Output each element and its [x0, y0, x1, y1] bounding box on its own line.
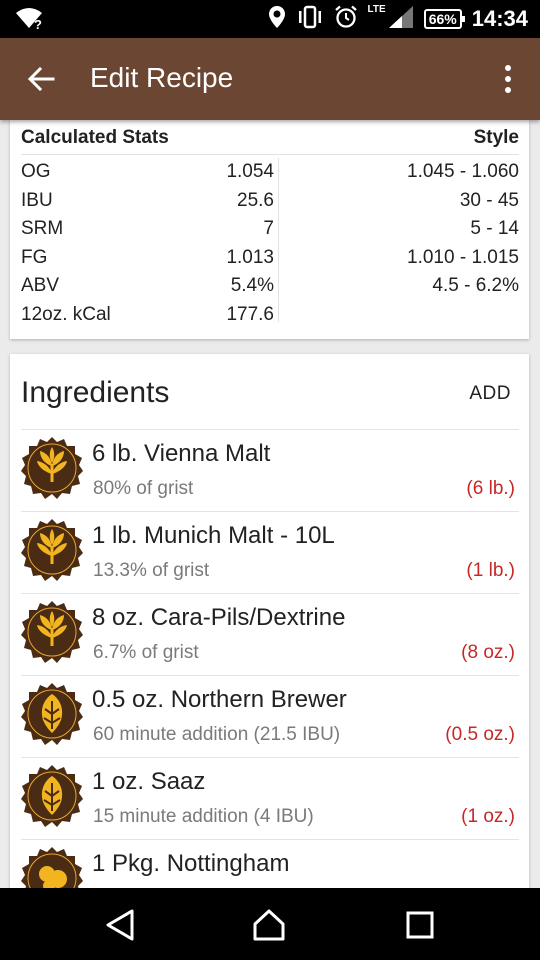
- stat-value: 1.013: [226, 246, 274, 268]
- grain-icon: [21, 600, 83, 664]
- battery-indicator: 66%: [423, 9, 465, 29]
- stat-row-srm: SRM 7: [21, 218, 277, 247]
- stat-row-og: OG 1.054: [21, 161, 277, 190]
- stats-card: Calculated Stats Style OG 1.054 IBU 25.6 S…: [10, 120, 529, 339]
- ingredient-name: 1 lb. Munich Malt - 10L: [92, 522, 335, 549]
- alarm-icon: [334, 5, 358, 34]
- ingredient-item[interactable]: 8 oz. Cara-Pils/Dextrine 6.7% of grist (…: [21, 593, 519, 675]
- stat-value: 25.6: [237, 189, 274, 211]
- signal-icon: [388, 5, 414, 34]
- ingredients-card: Ingredients ADD 6 lb. Vienna Malt 80% of…: [10, 354, 529, 894]
- style-range-srm: 5 - 14: [470, 218, 519, 239]
- ingredient-description: 6.7% of grist: [93, 642, 199, 663]
- nav-back-icon[interactable]: [103, 908, 137, 942]
- clock: 14:34: [471, 6, 528, 31]
- ingredient-item[interactable]: 1 oz. Saaz 15 minute addition (4 IBU) (1…: [21, 757, 519, 839]
- stat-row-ibu: IBU 25.6: [21, 190, 277, 219]
- arrow-back-icon[interactable]: [26, 64, 56, 94]
- yeast-icon: [21, 846, 83, 894]
- hop-icon: [21, 764, 83, 828]
- app-bar: Edit Recipe: [0, 38, 540, 120]
- ingredient-description: 80% of grist: [93, 478, 194, 499]
- stats-divider: [278, 158, 279, 322]
- ingredient-name: 1 Pkg. Nottingham: [92, 850, 290, 877]
- grain-icon: [21, 436, 83, 500]
- calculated-stats-heading: Calculated Stats: [21, 127, 169, 148]
- stats-header: Calculated Stats Style: [21, 127, 519, 155]
- nav-home-icon[interactable]: [252, 908, 286, 942]
- add-ingredient-button[interactable]: ADD: [469, 383, 511, 405]
- grain-icon: [21, 518, 83, 582]
- hop-icon: [21, 682, 83, 746]
- stat-label: FG: [21, 246, 48, 268]
- ingredient-amount: (1 lb.): [466, 560, 515, 581]
- ingredient-item[interactable]: 1 lb. Munich Malt - 10L 13.3% of grist (…: [21, 511, 519, 593]
- ingredient-name: 8 oz. Cara-Pils/Dextrine: [92, 604, 346, 631]
- ingredients-list: 6 lb. Vienna Malt 80% of grist (6 lb.) 1…: [21, 429, 519, 894]
- calculated-stats-list: OG 1.054 IBU 25.6 SRM 7 FG 1.013 ABV 5.4% 12o…: [21, 161, 277, 332]
- stat-value: 1.054: [226, 161, 274, 182]
- network-type-label: LTE: [367, 3, 386, 15]
- ingredient-amount: (6 lb.): [466, 478, 515, 499]
- nav-recents-icon[interactable]: [403, 908, 437, 942]
- ingredient-amount: (8 oz.): [461, 642, 515, 663]
- page-title: Edit Recipe: [90, 62, 234, 93]
- ingredient-item[interactable]: 1 Pkg. Nottingham: [21, 839, 519, 894]
- stat-row-fg: FG 1.013: [21, 247, 277, 276]
- ingredient-amount: (1 oz.): [461, 806, 515, 827]
- style-range-abv: 4.5 - 6.2%: [432, 275, 519, 296]
- ingredient-description: 15 minute addition (4 IBU): [93, 806, 314, 827]
- stat-label: 12oz. kCal: [21, 303, 111, 325]
- ingredient-item[interactable]: 0.5 oz. Northern Brewer 60 minute additi…: [21, 675, 519, 757]
- status-bar: ? LTE 66% 14:34: [0, 0, 540, 38]
- stat-label: SRM: [21, 218, 64, 239]
- wifi-badge: ?: [34, 17, 42, 32]
- stat-label: ABV: [21, 275, 60, 296]
- ingredient-item[interactable]: 6 lb. Vienna Malt 80% of grist (6 lb.): [21, 429, 519, 511]
- ingredients-heading: Ingredients: [21, 376, 170, 409]
- location-icon: [268, 5, 286, 34]
- style-range-fg: 1.010 - 1.015: [407, 246, 519, 268]
- style-heading: Style: [473, 127, 519, 148]
- ingredient-description: 60 minute addition (21.5 IBU): [93, 724, 341, 745]
- ingredient-name: 0.5 oz. Northern Brewer: [92, 686, 347, 713]
- stat-value: 5.4%: [230, 275, 274, 296]
- stat-label: OG: [21, 161, 51, 182]
- stat-value: 177.6: [226, 303, 274, 325]
- stat-value: 7: [263, 218, 274, 239]
- style-range-ibu: 30 - 45: [459, 189, 519, 211]
- ingredient-description: 13.3% of grist: [93, 560, 210, 581]
- ingredient-name: 6 lb. Vienna Malt: [92, 440, 271, 467]
- stat-row-abv: ABV 5.4%: [21, 275, 277, 304]
- more-vert-icon[interactable]: [496, 62, 520, 96]
- stat-row-kcal: 12oz. kCal 177.6: [21, 304, 277, 333]
- ingredient-amount: (0.5 oz.): [445, 724, 515, 745]
- ingredient-name: 1 oz. Saaz: [92, 768, 206, 795]
- style-range-og: 1.045 - 1.060: [407, 161, 519, 182]
- navigation-bar: [0, 888, 540, 960]
- stat-label: IBU: [21, 189, 53, 211]
- style-ranges-list: 1.045 - 1.060 30 - 45 5 - 14 1.010 - 1.0…: [290, 161, 519, 304]
- vibrate-icon: [296, 5, 324, 34]
